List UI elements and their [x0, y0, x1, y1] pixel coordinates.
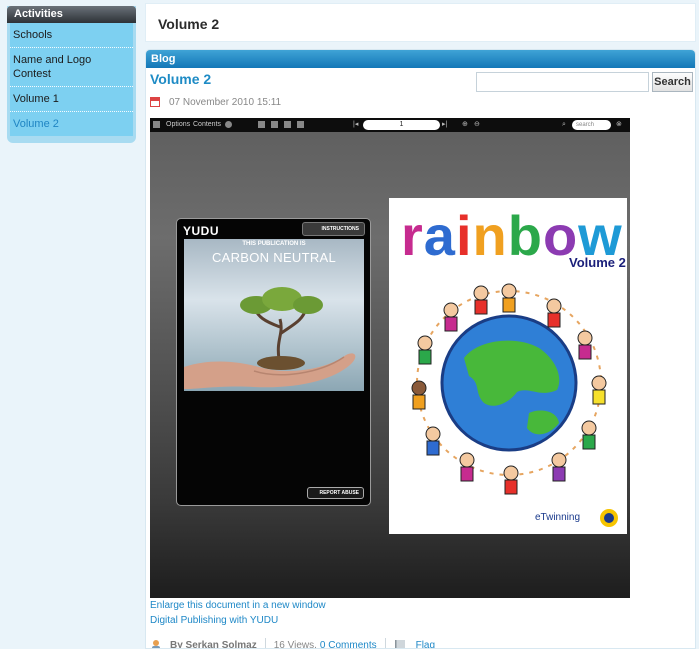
- post-date-text: 07 November 2010 15:11: [169, 96, 282, 108]
- sidebar-item-name-and-logo-contest[interactable]: Name and Logo Contest: [10, 48, 133, 87]
- views-count: 16 Views,: [273, 639, 317, 649]
- flag-icon: [394, 640, 405, 648]
- search-button[interactable]: Search: [652, 72, 693, 92]
- post-title[interactable]: Volume 2: [150, 71, 211, 87]
- sidebar-item-schools[interactable]: Schools: [10, 23, 133, 48]
- single-page-icon[interactable]: [258, 121, 265, 128]
- first-page-icon[interactable]: |◂: [353, 118, 358, 132]
- viewer-go-icon[interactable]: ⊗: [616, 118, 622, 132]
- sidebar-list: Schools Name and Logo Contest Volume 1 V…: [10, 23, 133, 136]
- print-icon[interactable]: [284, 121, 291, 128]
- hands-tree-image: [184, 287, 356, 389]
- author-name: By Serkan Solmaz: [170, 639, 257, 649]
- sidebar-title: Activities: [7, 6, 136, 23]
- rainbow-cover-page[interactable]: rainbow Volume 2 eTwinning: [389, 198, 627, 534]
- calendar-icon: [150, 97, 160, 107]
- search-input[interactable]: [476, 72, 649, 92]
- sidebar-item-volume-2[interactable]: Volume 2: [10, 112, 133, 136]
- viewer-toolbar: Options Contents |◂ 1 ▸| ⊕ ⊖ ⌕ search ⊗: [150, 118, 630, 132]
- blog-bar-title: Blog: [146, 50, 695, 68]
- report-abuse-button[interactable]: REPORT ABUSE: [307, 487, 364, 499]
- digital-publishing-link[interactable]: Digital Publishing with YUDU: [150, 615, 278, 626]
- flag-link[interactable]: Flag: [416, 640, 435, 649]
- yudu-logo: YUDU: [183, 224, 220, 238]
- carbon-neutral-banner: THIS PUBLICATION IS CARBON NEUTRAL: [184, 239, 364, 391]
- post-date: 07 November 2010 15:11: [150, 96, 281, 108]
- zoom-fit-icon[interactable]: [225, 121, 232, 128]
- viewer-search-input[interactable]: search: [572, 120, 611, 130]
- divider: [264, 638, 266, 648]
- yudu-ad-page: YUDU INSTRUCTIONS THIS PUBLICATION IS CA…: [176, 218, 371, 506]
- etwinning-logo: eTwinning: [535, 512, 581, 523]
- document-viewer[interactable]: Options Contents |◂ 1 ▸| ⊕ ⊖ ⌕ search ⊗ …: [150, 118, 630, 598]
- page-title: Volume 2: [158, 16, 220, 32]
- sidebar: Activities Schools Name and Logo Contest…: [7, 6, 136, 143]
- zoom-out-icon[interactable]: ⊖: [474, 118, 480, 132]
- author-icon: [152, 640, 160, 648]
- viewer-contents-button[interactable]: Contents: [193, 118, 221, 132]
- last-page-icon[interactable]: ▸|: [442, 118, 447, 132]
- divider: [384, 638, 386, 648]
- globe-children-illustration: [411, 283, 618, 527]
- sidebar-item-volume-1[interactable]: Volume 1: [10, 87, 133, 112]
- page-header: Volume 2: [145, 3, 696, 42]
- page-number-input[interactable]: 1: [363, 120, 440, 130]
- viewer-menu-icon[interactable]: [153, 121, 160, 128]
- zoom-in-icon[interactable]: ⊕: [462, 118, 468, 132]
- download-icon[interactable]: [297, 121, 304, 128]
- comments-link[interactable]: 0 Comments: [320, 640, 377, 649]
- viewer-search-icon: ⌕: [562, 121, 566, 128]
- instructions-button[interactable]: INSTRUCTIONS: [302, 222, 365, 236]
- double-page-icon[interactable]: [271, 121, 278, 128]
- viewer-options-button[interactable]: Options: [166, 118, 190, 132]
- blog-panel: Blog Volume 2 Search 07 November 2010 15…: [145, 49, 696, 649]
- enlarge-document-link[interactable]: Enlarge this document in a new window: [150, 600, 326, 611]
- post-footer: By Serkan Solmaz 16 Views, 0 Comments Fl…: [150, 638, 450, 649]
